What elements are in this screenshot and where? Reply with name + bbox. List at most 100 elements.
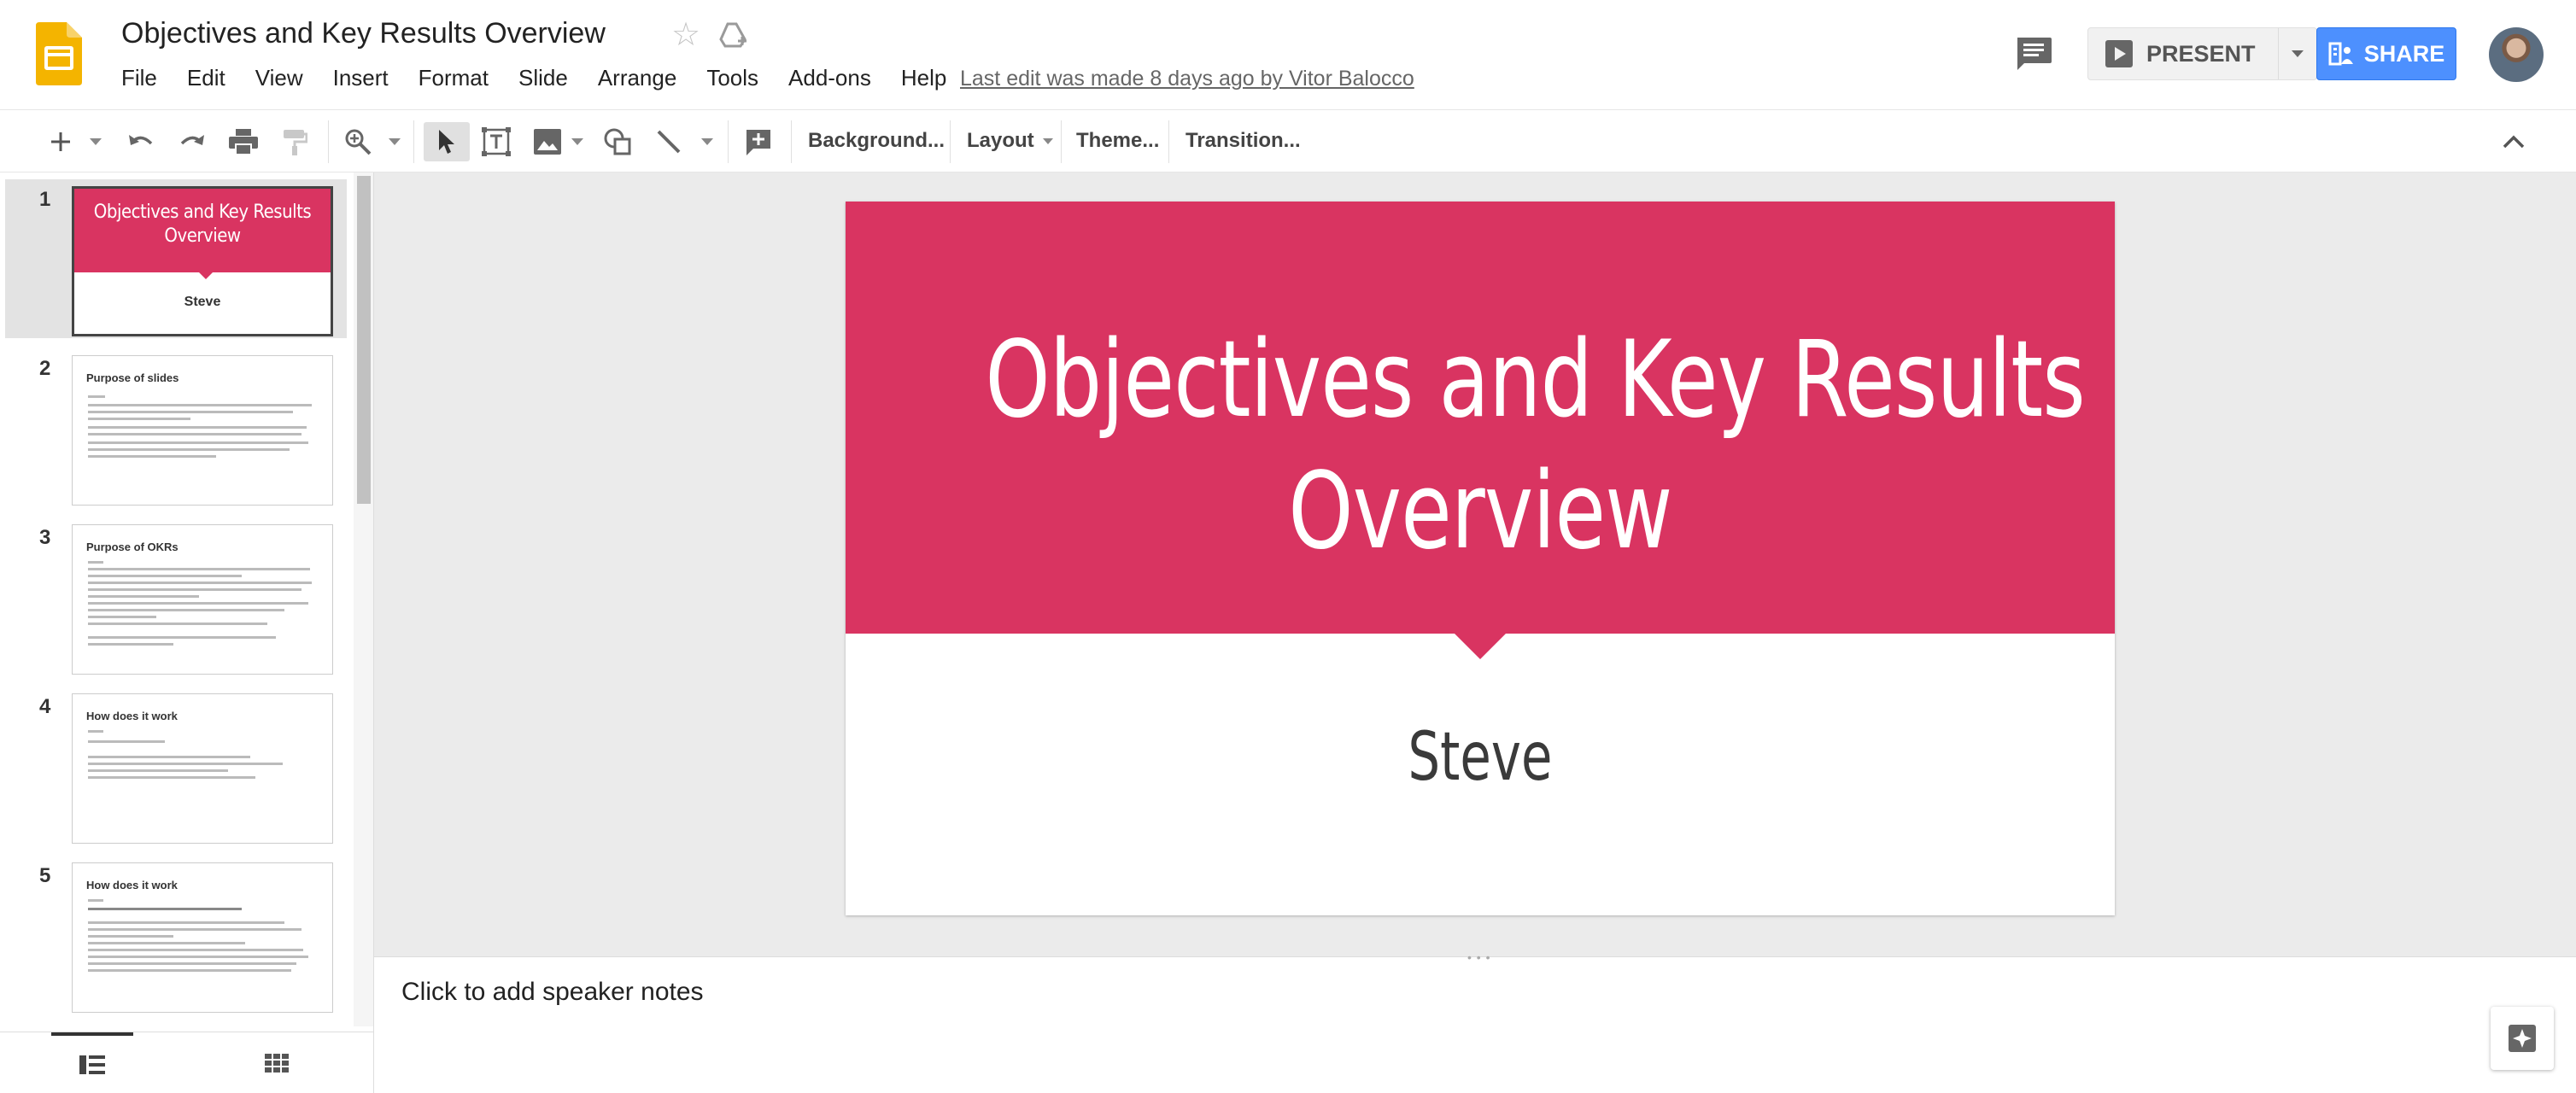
thumbnail-text-line <box>88 602 308 605</box>
thumbnail-text-line <box>88 441 308 444</box>
menu-tools[interactable]: Tools <box>706 65 758 91</box>
move-to-drive-icon[interactable] <box>717 20 748 51</box>
background-button[interactable]: Background... <box>808 110 945 172</box>
speaker-notes-input[interactable]: Click to add speaker notes <box>401 978 704 1007</box>
user-avatar[interactable] <box>2489 27 2544 82</box>
print-button[interactable] <box>224 122 263 161</box>
slide-subtitle[interactable]: Steve <box>998 719 1962 796</box>
grid-view-button[interactable] <box>236 1032 318 1093</box>
toolbar-divider <box>413 120 414 163</box>
new-slide-button[interactable] <box>41 122 80 161</box>
present-button[interactable]: PRESENT <box>2088 28 2279 79</box>
explore-button[interactable] <box>2491 1007 2554 1070</box>
toolbar-divider <box>728 120 729 163</box>
layout-button[interactable]: Layout <box>967 110 1053 172</box>
slide-title[interactable]: Objectives and Key Results Overview <box>985 314 2085 577</box>
menu-view[interactable]: View <box>255 65 303 91</box>
play-icon <box>2105 40 2133 67</box>
thumbnail-text-line <box>88 568 310 570</box>
menu-file[interactable]: File <box>121 65 157 91</box>
thumbnail-text-line <box>88 426 307 429</box>
share-label: SHARE <box>2363 40 2445 67</box>
collapse-header-button[interactable] <box>2494 122 2533 161</box>
menu-slide[interactable]: Slide <box>518 65 568 91</box>
slides-logo-icon[interactable] <box>36 22 82 85</box>
thumbnail-text-line <box>88 962 296 965</box>
zoom-dropdown[interactable] <box>384 122 405 161</box>
slide-thumbnail-row-3[interactable]: 3 Purpose of OKRs <box>5 517 347 676</box>
slide-thumbnail-row-1[interactable]: 1 Objectives and Key Results Overview St… <box>5 179 347 338</box>
thumbnail-text-line <box>88 763 283 765</box>
thumbnail-text-line <box>88 404 312 406</box>
insert-image-button[interactable] <box>528 122 567 161</box>
slide-thumbnail-5[interactable]: How does it work <box>72 862 333 1013</box>
thumbnail-text-line <box>88 643 173 646</box>
undo-icon <box>129 135 153 145</box>
menu-edit[interactable]: Edit <box>187 65 225 91</box>
text-box-button[interactable] <box>477 122 516 161</box>
speaker-notes-panel: • • • Click to add speaker notes <box>374 950 2576 1093</box>
slide-number: 1 <box>39 188 51 211</box>
slide-thumbnail-3[interactable]: Purpose of OKRs <box>72 524 333 675</box>
thumbnail-text-line <box>88 956 308 958</box>
comments-icon[interactable] <box>2014 36 2053 70</box>
slide-title-line-2: Overview <box>1288 450 1672 573</box>
line-dropdown[interactable] <box>697 122 717 161</box>
slide-thumbnail-row-5[interactable]: 5 How does it work <box>5 856 347 1014</box>
thumbnail-text-line <box>88 928 302 931</box>
thumbnail-text-line <box>88 418 190 420</box>
theme-button[interactable]: Theme... <box>1076 110 1159 172</box>
chevron-down-icon <box>90 138 102 145</box>
thumbnail-notch <box>198 272 214 279</box>
menu-insert[interactable]: Insert <box>333 65 389 91</box>
toolbar-divider <box>328 120 329 163</box>
redo-button[interactable] <box>173 122 212 161</box>
thumbnail-subtitle: Steve <box>184 295 221 309</box>
select-tool-button[interactable] <box>424 122 470 161</box>
slide-thumbnail-row-4[interactable]: 4 How does it work <box>5 687 347 845</box>
slide-filmstrip: 1 Objectives and Key Results Overview St… <box>0 172 374 1093</box>
insert-image-dropdown[interactable] <box>567 122 588 161</box>
slide-thumbnail-row-2[interactable]: 2 Purpose of slides <box>5 348 347 507</box>
thumbnail-text-line <box>88 776 255 779</box>
share-button[interactable]: SHARE <box>2316 27 2456 80</box>
add-comment-button[interactable] <box>738 122 779 161</box>
chevron-up-icon <box>2503 135 2525 149</box>
thumbnail-title: Objectives and Key Results Overview <box>93 202 312 247</box>
thumbnail-text-line <box>88 395 105 398</box>
thumbnail-text-line <box>88 582 312 584</box>
document-title[interactable]: Objectives and Key Results Overview <box>121 17 606 50</box>
star-icon[interactable]: ☆ <box>671 19 700 51</box>
line-button[interactable] <box>649 122 688 161</box>
toolbar-divider <box>791 120 792 163</box>
layout-label: Layout <box>967 129 1034 152</box>
thumbnail-text-line <box>88 433 302 435</box>
new-slide-layout-dropdown[interactable] <box>85 122 106 161</box>
present-options-dropdown[interactable] <box>2279 28 2316 79</box>
paint-format-button[interactable] <box>275 122 314 161</box>
thumbnail-text-line <box>88 899 103 902</box>
last-edit-link[interactable]: Last edit was made 8 days ago by Vitor B… <box>960 67 1414 91</box>
slide-editor-canvas: Objectives and Key Results Overview Stev… <box>374 172 2576 956</box>
slide-thumbnail-1[interactable]: Objectives and Key Results Overview Stev… <box>72 186 333 336</box>
thumbnail-title: Purpose of slides <box>86 371 179 384</box>
zoom-button[interactable] <box>338 122 378 161</box>
transition-button[interactable]: Transition... <box>1186 110 1301 172</box>
redo-icon <box>180 135 204 145</box>
slide-number: 3 <box>39 526 51 549</box>
slide-thumbnail-2[interactable]: Purpose of slides <box>72 355 333 506</box>
undo-button[interactable] <box>121 122 161 161</box>
menu-addons[interactable]: Add-ons <box>788 65 871 91</box>
notes-resize-handle[interactable]: • • • <box>1467 950 1490 964</box>
menu-help[interactable]: Help <box>901 65 946 91</box>
app-header: Objectives and Key Results Overview ☆ Fi… <box>0 0 2576 109</box>
grid-view-icon <box>265 1054 289 1073</box>
shape-button[interactable] <box>598 122 637 161</box>
menu-format[interactable]: Format <box>419 65 489 91</box>
current-slide[interactable]: Objectives and Key Results Overview Stev… <box>846 202 2115 915</box>
menu-arrange[interactable]: Arrange <box>598 65 677 91</box>
slide-thumbnail-4[interactable]: How does it work <box>72 693 333 844</box>
filmstrip-scrollbar-thumb[interactable] <box>357 176 371 504</box>
filmstrip-view-button[interactable] <box>51 1032 133 1093</box>
share-people-icon <box>2328 42 2353 66</box>
